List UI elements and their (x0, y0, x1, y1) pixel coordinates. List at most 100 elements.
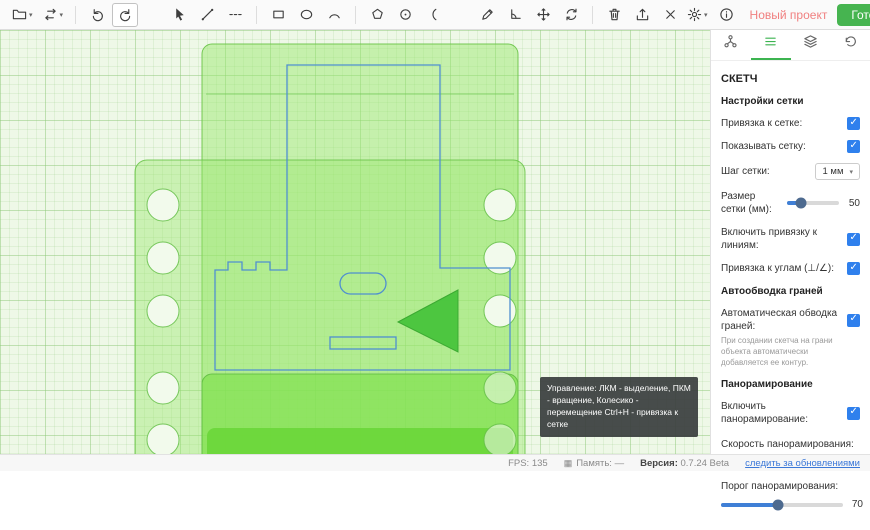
setting-auto-outline: Автоматическая обводка граней: (721, 307, 860, 333)
snap-to-lines-label: Включить привязку к линиям: (721, 226, 841, 252)
measure-tool-button[interactable] (502, 3, 528, 27)
grid-size-value: 50 (846, 198, 860, 209)
close-sketch-button[interactable] (657, 3, 683, 27)
polygon-icon (370, 7, 385, 22)
tab-history[interactable] (830, 30, 870, 60)
snap-to-grid-checkbox[interactable] (847, 117, 860, 130)
delete-button[interactable] (601, 3, 627, 27)
line-tool-button[interactable] (194, 3, 220, 27)
undo-button[interactable] (84, 3, 110, 27)
info-button[interactable] (714, 3, 740, 27)
enable-pan-checkbox[interactable] (847, 407, 860, 420)
transform-tool-button[interactable] (558, 3, 584, 27)
sync-icon (564, 7, 579, 22)
setting-snap-to-angles: Привязка к углам (⊥/∠): (721, 262, 860, 275)
move-icon (536, 7, 551, 22)
open-project-button[interactable]: ▾ (8, 3, 37, 27)
circle-center-icon (398, 7, 413, 22)
toolbar-sep (75, 6, 76, 24)
done-button[interactable]: Готов (837, 4, 870, 26)
pan-threshold-label: Порог панорамирования: (721, 480, 860, 493)
show-grid-checkbox[interactable] (847, 140, 860, 153)
grid-step-label: Шаг сетки: (721, 165, 809, 178)
show-grid-label: Показывать сетку: (721, 140, 841, 153)
close-icon (663, 7, 678, 22)
toolbar-sep (355, 6, 356, 24)
polygon-tool-button[interactable] (364, 3, 390, 27)
rectangle-icon (271, 7, 286, 22)
setting-pan-threshold: Порог панорамирования: 70 (721, 480, 860, 510)
grid-size-label: Размер сетки (мм): (721, 190, 779, 216)
layers-icon (803, 34, 818, 54)
pan-threshold-value: 70 (849, 499, 863, 510)
info-icon (719, 7, 734, 22)
angle-icon (508, 7, 523, 22)
setting-show-grid: Показывать сетку: (721, 140, 860, 153)
panel-title: СКЕТЧ (721, 73, 860, 85)
settings-button[interactable]: ▾ (683, 3, 712, 27)
status-bar: FPS: 135 ▦ Память: — Версия: 0.7.24 Beta… (0, 454, 870, 471)
folder-open-icon (12, 7, 27, 22)
pen-icon (480, 7, 495, 22)
auto-outline-checkbox[interactable] (847, 314, 860, 327)
redo-button[interactable] (112, 3, 138, 27)
setting-grid-step: Шаг сетки: 1 мм ▾ (721, 163, 860, 180)
setting-enable-pan: Включить панорамирование: (721, 400, 860, 426)
construction-line-tool-button[interactable] (222, 3, 248, 27)
redo-icon (118, 7, 133, 22)
tab-layers[interactable] (791, 30, 831, 60)
toolbar-tools: ▾▾ (8, 3, 683, 27)
line-icon (200, 7, 215, 22)
pan-section-heading: Панорамирование (721, 379, 860, 390)
memory-indicator: ▦ Память: — (564, 458, 624, 469)
sidebar-panel: СКЕТЧ Настройки сетки Привязка к сетке: … (710, 30, 870, 454)
structure-tree-icon (723, 34, 738, 54)
enable-pan-label: Включить панорамирование: (721, 400, 841, 426)
caret-down-icon: ▾ (60, 11, 64, 19)
grid-section-heading: Настройки сетки (721, 96, 860, 107)
tab-properties[interactable] (751, 30, 791, 60)
dashed-line-icon (228, 7, 243, 22)
snap-to-angles-label: Привязка к углам (⊥/∠): (721, 262, 841, 275)
arc-tool-button[interactable] (321, 3, 347, 27)
outline-section-heading: Автообводка граней (721, 286, 860, 297)
caret-down-icon: ▾ (704, 11, 708, 19)
rectangle-tool-button[interactable] (265, 3, 291, 27)
snap-to-lines-checkbox[interactable] (847, 233, 860, 246)
export-sketch-button[interactable] (629, 3, 655, 27)
sidebar-tabs (711, 30, 870, 61)
move-tool-button[interactable] (530, 3, 556, 27)
version-value: 0.7.24 Beta (681, 458, 730, 469)
pan-speed-label: Скорость панорамирования: (721, 438, 860, 451)
grid-step-value: 1 мм (822, 166, 843, 177)
snap-to-angles-checkbox[interactable] (847, 262, 860, 275)
history-icon (843, 34, 858, 54)
version-info: Версия: 0.7.24 Beta (640, 458, 729, 469)
caret-down-icon: ▾ (29, 11, 33, 19)
updates-link[interactable]: следить за обновлениями (745, 458, 860, 469)
snap-to-grid-label: Привязка к сетке: (721, 117, 841, 130)
new-project-button[interactable]: Новый проект (750, 8, 828, 22)
grid-size-slider[interactable] (787, 201, 839, 205)
circle-tool-button[interactable] (392, 3, 418, 27)
ellipse-tool-button[interactable] (293, 3, 319, 27)
arc-icon (327, 7, 342, 22)
tab-structure[interactable] (711, 30, 751, 60)
import-export-button[interactable]: ▾ (39, 3, 68, 27)
arc-open-icon (426, 7, 441, 22)
memory-text: Память: — (576, 458, 624, 469)
toolbar-sep (592, 6, 593, 24)
version-label: Версия: (640, 458, 678, 469)
canvas-viewport[interactable]: Управление: ЛКМ - выделение, ПКМ - враще… (0, 30, 710, 454)
auto-outline-description: При создании скетча на грани объекта авт… (721, 336, 841, 368)
pan-threshold-slider[interactable] (721, 503, 843, 507)
grid-step-select[interactable]: 1 мм ▾ (815, 163, 860, 180)
edit-tool-button[interactable] (474, 3, 500, 27)
controls-tooltip: Управление: ЛКМ - выделение, ПКМ - враще… (540, 377, 698, 437)
select-tool-button[interactable] (166, 3, 192, 27)
model-part[interactable] (135, 44, 525, 454)
arc-open-tool-button[interactable] (420, 3, 446, 27)
upload-icon (635, 7, 650, 22)
trash-icon (607, 7, 622, 22)
toolbar-right-tools: ▾ (683, 3, 740, 27)
